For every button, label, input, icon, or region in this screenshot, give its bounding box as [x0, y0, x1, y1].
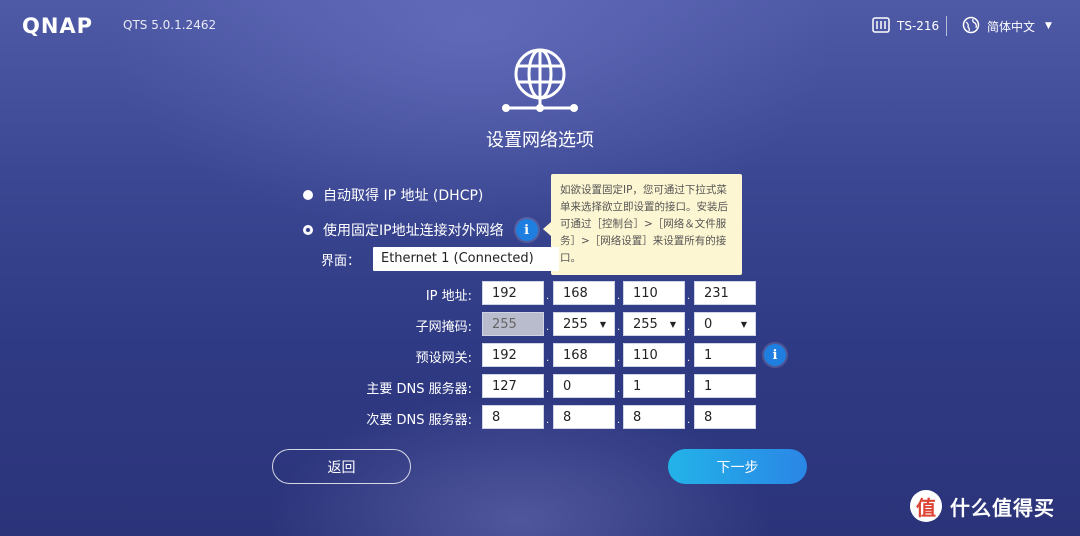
dns1-octet-2-input[interactable]: 0 [553, 374, 615, 398]
octet-separator: . [546, 291, 550, 302]
static-ip-radio[interactable] [303, 225, 313, 235]
gateway-info-icon[interactable]: i [764, 344, 786, 366]
subnet-octet-1-input: 255 [482, 312, 544, 336]
dns1-octet-4-input[interactable]: 1 [694, 374, 756, 398]
dhcp-option[interactable]: 自动取得 IP 地址 (DHCP) [303, 185, 483, 205]
gateway-octet-value: 110 [633, 348, 658, 363]
header-divider [946, 16, 947, 36]
gateway-octet-value: 168 [563, 348, 588, 363]
dhcp-radio[interactable] [303, 190, 313, 200]
gateway-octet-3-input[interactable]: 110 [623, 343, 685, 367]
octet-separator: . [687, 322, 691, 333]
dns2-octet-2-input[interactable]: 8 [553, 405, 615, 429]
info-icon[interactable]: i [515, 219, 538, 241]
nas-device-icon [872, 16, 890, 36]
chevron-down-icon: ▼ [599, 320, 606, 329]
dns2-octet-value: 8 [492, 410, 501, 425]
dns2-octet-4-input[interactable]: 8 [694, 405, 756, 429]
dns2-octet-value: 8 [704, 410, 713, 425]
gateway-octet-2-input[interactable]: 168 [553, 343, 615, 367]
ip-octet-value: 192 [492, 286, 517, 301]
octet-separator: . [687, 415, 691, 426]
dns1-octet-value: 1 [704, 379, 713, 394]
dns2-octet-3-input[interactable]: 8 [623, 405, 685, 429]
ip-octet-value: 231 [704, 286, 729, 301]
page-title: 设置网络选项 [486, 130, 594, 151]
language-label: 简体中文 [987, 19, 1036, 34]
interface-select[interactable]: Ethernet 1 (Connected) [373, 247, 559, 271]
ip-octet-4-input[interactable]: 231 [694, 281, 756, 305]
subnet-octet-value: 255 [633, 317, 658, 332]
dns1-octet-value: 1 [633, 379, 642, 394]
ip-octet-value: 110 [633, 286, 658, 301]
chevron-down-icon: ▼ [669, 320, 676, 329]
dns2-octet-1-input[interactable]: 8 [482, 405, 544, 429]
static-ip-label: 使用固定IP地址连接对外网络 [323, 223, 504, 239]
static-ip-tooltip: 如欲设置固定IP，您可通过下拉式菜单来选择欲立即设置的接口。安装后可通过［控制台… [543, 174, 742, 275]
network-globe-icon [500, 47, 580, 117]
next-button[interactable]: 下一步 [668, 449, 807, 484]
device-model[interactable]: TS-216 [872, 10, 939, 42]
ip-octet-2-input[interactable]: 168 [553, 281, 615, 305]
gateway-octet-value: 1 [704, 348, 713, 363]
ip-octet-1-input[interactable]: 192 [482, 281, 544, 305]
subnet-octet-value: 255 [492, 317, 517, 332]
subnet-label: 子网掩码: [415, 320, 472, 335]
language-selector[interactable]: 简体中文 ▼ [962, 10, 1052, 42]
octet-separator: . [687, 353, 691, 364]
device-model-label: TS-216 [897, 19, 940, 33]
ip-label: IP 地址: [425, 289, 472, 304]
watermark: 值 什么值得买 [910, 490, 1055, 522]
octet-separator: . [687, 384, 691, 395]
octet-separator: . [546, 322, 550, 333]
dns1-octet-value: 127 [492, 379, 517, 394]
subnet-octet-2-select[interactable]: 255 ▼ [553, 312, 615, 336]
dns1-octet-1-input[interactable]: 127 [482, 374, 544, 398]
octet-separator: . [617, 384, 621, 395]
dhcp-label: 自动取得 IP 地址 (DHCP) [323, 188, 484, 204]
dns2-octet-value: 8 [563, 410, 572, 425]
octet-separator: . [546, 353, 550, 364]
gateway-octet-1-input[interactable]: 192 [482, 343, 544, 367]
dns1-label: 主要 DNS 服务器: [366, 382, 472, 397]
gateway-octet-4-input[interactable]: 1 [694, 343, 756, 367]
firmware-version: QTS 5.0.1.2462 [123, 18, 217, 32]
interface-label: 界面： [321, 254, 361, 269]
chevron-down-icon: ▼ [740, 320, 747, 329]
ip-octet-value: 168 [563, 286, 588, 301]
watermark-text: 什么值得买 [950, 495, 1055, 520]
octet-separator: . [617, 322, 621, 333]
dns1-octet-3-input[interactable]: 1 [623, 374, 685, 398]
octet-separator: . [546, 415, 550, 426]
chevron-down-icon: ▼ [1045, 21, 1052, 31]
qnap-logo: QNAP [22, 14, 94, 38]
globe-icon [962, 16, 980, 37]
subnet-octet-value: 255 [563, 317, 588, 332]
octet-separator: . [546, 384, 550, 395]
octet-separator: . [617, 415, 621, 426]
back-button[interactable]: 返回 [272, 449, 411, 484]
gateway-label: 预设网关: [415, 351, 472, 366]
watermark-logo-icon: 值 [910, 490, 942, 522]
subnet-octet-3-select[interactable]: 255 ▼ [623, 312, 685, 336]
octet-separator: . [617, 291, 621, 302]
dns2-label: 次要 DNS 服务器: [366, 413, 472, 428]
subnet-octet-value: 0 [704, 317, 713, 332]
dns1-octet-value: 0 [563, 379, 572, 394]
subnet-octet-4-select[interactable]: 0 ▼ [694, 312, 756, 336]
octet-separator: . [687, 291, 691, 302]
ip-octet-3-input[interactable]: 110 [623, 281, 685, 305]
octet-separator: . [617, 353, 621, 364]
dns2-octet-value: 8 [633, 410, 642, 425]
static-ip-option[interactable]: 使用固定IP地址连接对外网络 i [303, 219, 538, 241]
gateway-octet-value: 192 [492, 348, 517, 363]
